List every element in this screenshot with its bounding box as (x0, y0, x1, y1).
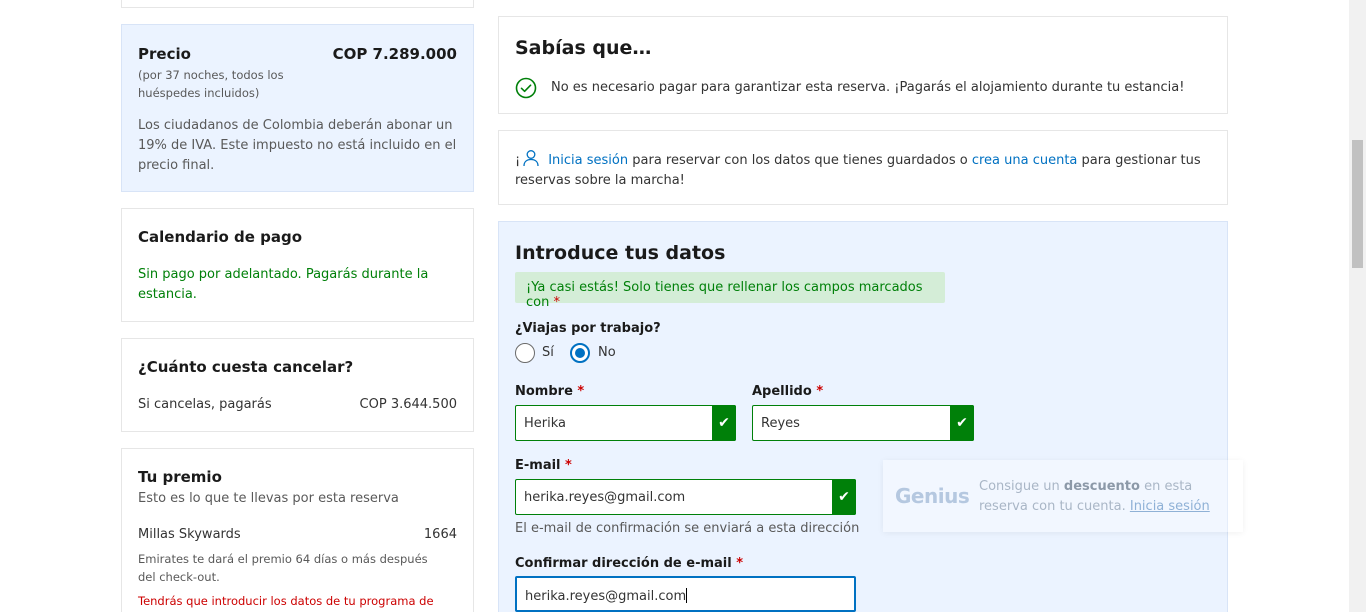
login-middle: para reservar con los datos que tienes g… (628, 153, 972, 168)
first-name-value: Herika (524, 416, 566, 431)
first-name-required: * (577, 384, 585, 399)
business-trip-question: ¿Viajas por trabajo? (515, 321, 661, 336)
genius-text-before: Consigue un (979, 479, 1064, 494)
reward-note: Emirates te dará el premio 64 días o más… (138, 552, 428, 584)
details-form: Introduce tus datos ¡Ya casi estás! Solo… (498, 221, 1228, 612)
first-name-label: Nombre * (515, 384, 584, 399)
radio-no[interactable] (570, 343, 590, 363)
check-circle-icon (515, 77, 537, 99)
payment-calendar-card: Calendario de pago Sin pago por adelanta… (121, 208, 474, 322)
radio-no-label[interactable]: No (598, 345, 616, 360)
last-name-required: * (816, 384, 824, 399)
email-field[interactable]: herika.reyes@gmail.com ✔ (515, 479, 856, 515)
previous-card (121, 0, 474, 8)
genius-text: Consigue un descuento en esta reserva co… (979, 477, 1229, 517)
confirm-email-field[interactable]: herika.reyes@gmail.com (515, 576, 856, 612)
valid-check-icon: ✔ (832, 479, 856, 515)
form-title: Introduce tus datos (515, 242, 726, 264)
page-scrollbar[interactable] (1349, 0, 1366, 612)
radio-yes[interactable] (515, 343, 535, 363)
confirm-email-label: Confirmar dirección de e-mail * (515, 556, 743, 571)
reward-item-value: 1664 (423, 527, 457, 542)
reward-subtitle: Esto es lo que te llevas por esta reserv… (138, 491, 399, 506)
scrollbar-thumb[interactable] (1352, 140, 1363, 268)
last-name-label: Apellido * (752, 384, 823, 399)
genius-logo: Genius (895, 484, 970, 508)
know-text: No es necesario pagar para garantizar es… (551, 80, 1185, 95)
price-value: COP 7.289.000 (332, 45, 457, 63)
last-name-label-text: Apellido (752, 384, 817, 399)
genius-text-bold: descuento (1063, 479, 1140, 494)
confirm-email-value: herika.reyes@gmail.com (525, 589, 687, 604)
create-account-link[interactable]: crea una cuenta (972, 153, 1078, 168)
calendar-title: Calendario de pago (138, 228, 303, 246)
email-label-text: E-mail (515, 458, 566, 473)
email-help-text: El e-mail de confirmación se enviará a e… (515, 521, 860, 536)
cancellation-card: ¿Cuánto cuesta cancelar? Si cancelas, pa… (121, 338, 474, 432)
login-text: ¡ Inicia sesión para reservar con los dat… (515, 149, 1205, 191)
last-name-field[interactable]: Reyes ✔ (752, 405, 974, 441)
required-mark: * (553, 295, 560, 310)
valid-check-icon: ✔ (712, 405, 736, 441)
tax-note: Los ciudadanos de Colombia deberán abona… (138, 118, 457, 173)
first-name-label-text: Nombre (515, 384, 578, 399)
email-label: E-mail * (515, 458, 572, 473)
price-card: Precio COP 7.289.000 (por 37 noches, tod… (121, 24, 474, 192)
reward-item: Millas Skywards (138, 527, 241, 542)
reward-card: Tu premio Esto es lo que te llevas por e… (121, 448, 474, 612)
text-cursor (686, 588, 688, 603)
confirm-email-label-text: Confirmar dirección de e-mail (515, 556, 737, 571)
first-name-field[interactable]: Herika ✔ (515, 405, 736, 441)
reward-title: Tu premio (138, 468, 222, 486)
genius-signin-link[interactable]: Inicia sesión (1130, 499, 1210, 514)
user-icon (523, 150, 539, 167)
did-you-know-card: Sabías que… No es necesario pagar para g… (498, 16, 1228, 114)
login-prefix: ¡ (515, 153, 521, 168)
email-required: * (565, 458, 572, 473)
radio-yes-label[interactable]: Sí (542, 345, 554, 360)
price-subtitle: (por 37 noches, todos los huéspedes incl… (138, 68, 284, 100)
know-title: Sabías que… (515, 37, 652, 59)
valid-check-icon: ✔ (950, 405, 974, 441)
form-alert-text: ¡Ya casi estás! Solo tienes que rellenar… (526, 280, 923, 310)
last-name-value: Reyes (761, 416, 800, 431)
reward-warning: Tendrás que introducir los datos de tu p… (138, 594, 434, 608)
form-alert: ¡Ya casi estás! Solo tienes que rellenar… (515, 272, 945, 310)
signin-link[interactable]: Inicia sesión (548, 153, 628, 168)
calendar-text: Sin pago por adelantado. Pagarás durante… (138, 267, 429, 302)
email-value: herika.reyes@gmail.com (524, 490, 686, 505)
confirm-email-required: * (736, 556, 744, 571)
cancel-value: COP 3.644.500 (359, 397, 457, 412)
cancel-title: ¿Cuánto cuesta cancelar? (138, 358, 354, 376)
cancel-label: Si cancelas, pagarás (138, 397, 272, 412)
login-card: ¡ Inicia sesión para reservar con los dat… (498, 130, 1228, 205)
genius-banner: Genius Consigue un descuento en esta res… (883, 460, 1243, 532)
price-title: Precio (138, 45, 191, 63)
